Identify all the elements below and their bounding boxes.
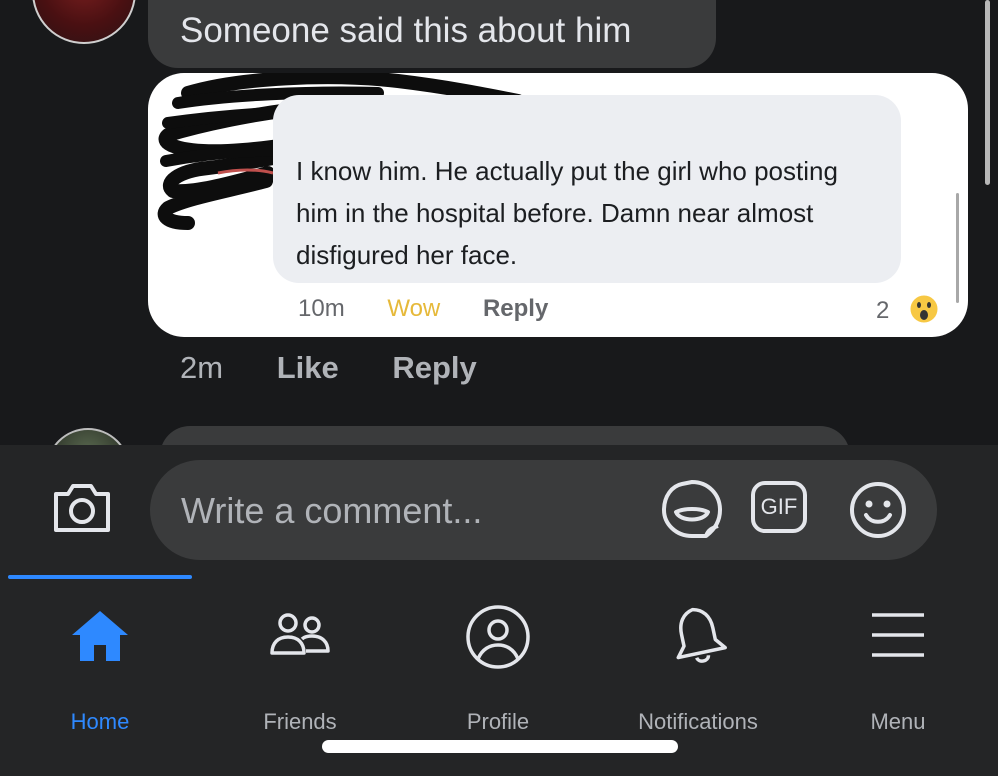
reply-button[interactable]: Reply — [392, 350, 476, 386]
emoji-icon[interactable] — [847, 479, 909, 541]
embedded-reply-label: Reply — [482, 295, 549, 322]
embedded-wow-label: Wow — [387, 295, 441, 322]
tab-profile-label: Profile — [466, 709, 530, 734]
tab-menu-label: Menu — [870, 709, 926, 734]
commenter-avatar[interactable] — [32, 0, 136, 44]
comment-text: Someone said this about him — [180, 11, 632, 50]
wow-emoji-icon — [907, 292, 941, 326]
menu-icon — [872, 613, 924, 657]
tab-profile[interactable]: Profile — [398, 603, 598, 743]
comment-composer: Write a comment... GIF — [0, 445, 998, 575]
gif-button[interactable]: GIF — [751, 481, 807, 533]
friends-icon — [270, 613, 330, 655]
like-button[interactable]: Like — [277, 350, 339, 386]
gif-label: GIF — [760, 494, 798, 519]
bottom-nav: Home Friends Profile Notifications Menu — [0, 575, 998, 776]
tab-notifications-label: Notifications — [638, 709, 758, 734]
tab-friends-label: Friends — [263, 709, 337, 734]
tab-notifications[interactable]: Notifications — [598, 603, 798, 743]
embedded-comment-bubble: I know him. He actually put the girl who… — [273, 95, 901, 283]
tab-menu[interactable]: Menu — [798, 603, 998, 743]
page-scrollbar[interactable] — [985, 0, 990, 185]
tab-home[interactable]: Home — [0, 603, 200, 743]
camera-icon[interactable] — [50, 478, 114, 536]
embedded-comment-time: 10m — [298, 295, 345, 322]
next-commenter-avatar[interactable] — [46, 428, 130, 445]
next-comment-bubble[interactable] — [160, 426, 850, 445]
comment-bubble[interactable]: Someone said this about him — [148, 0, 716, 68]
bell-icon — [676, 607, 727, 663]
sticker-icon[interactable] — [660, 478, 724, 540]
embedded-reaction-count: 2 — [876, 297, 890, 324]
comment-actions: 2m Like Reply — [180, 350, 522, 386]
comment-input[interactable]: Write a comment... GIF — [150, 460, 937, 560]
comment-time: 2m — [180, 350, 224, 385]
home-indicator — [322, 740, 678, 753]
embedded-scrollbar — [956, 193, 959, 303]
comment-feed: Someone said this about him I know him. … — [0, 0, 998, 445]
tab-friends[interactable]: Friends — [200, 603, 400, 743]
comment-input-placeholder: Write a comment... — [181, 490, 483, 531]
attached-screenshot[interactable]: I know him. He actually put the girl who… — [148, 73, 968, 337]
tab-home-label: Home — [70, 709, 130, 734]
profile-icon — [466, 605, 530, 669]
active-tab-indicator — [8, 575, 192, 579]
embedded-comment-meta: 10m Wow Reply — [298, 295, 584, 323]
home-icon — [72, 611, 128, 661]
embedded-comment-text: I know him. He actually put the girl who… — [296, 156, 838, 270]
